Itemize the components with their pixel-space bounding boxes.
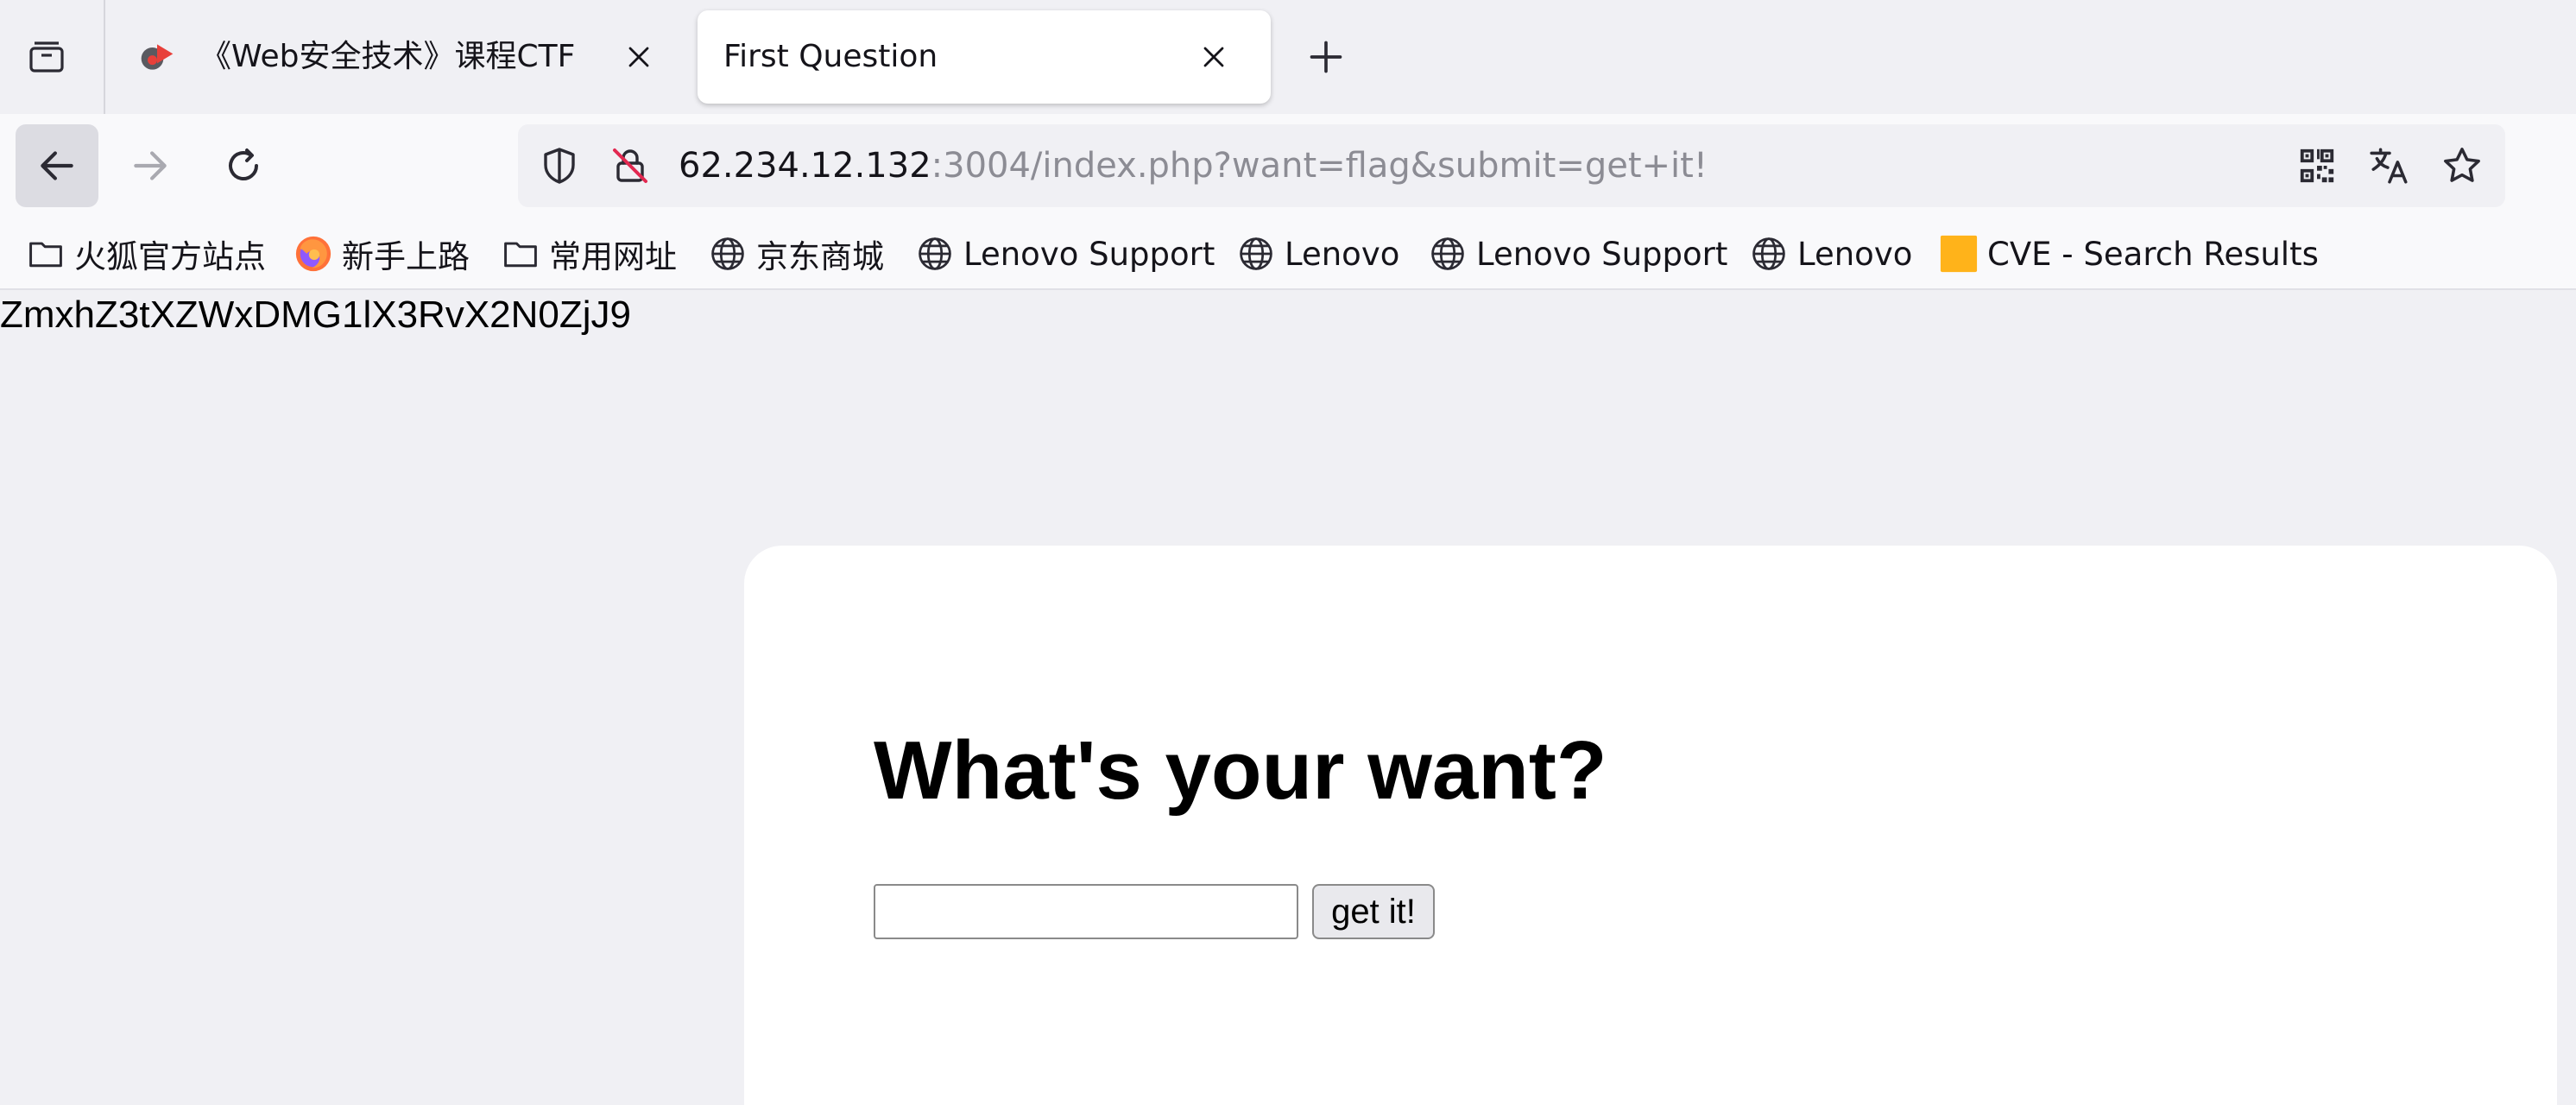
want-input[interactable]	[874, 884, 1298, 939]
url-text[interactable]: 62.234.12.132:3004/index.php?want=flag&s…	[679, 124, 1708, 207]
tab-first-question[interactable]: First Question	[698, 10, 1271, 104]
bookmark-folder-common-sites[interactable]: 常用网址	[501, 224, 677, 283]
url-path: :3004/index.php?want=flag&submit=get+it!	[931, 146, 1708, 186]
tab-title: 《Web安全技术》课程CTF	[200, 39, 576, 74]
bookmark-star-button[interactable]	[2438, 142, 2486, 190]
bookmark-lenovo-1[interactable]: Lenovo	[1236, 224, 1399, 283]
navigation-toolbar: 62.234.12.132:3004/index.php?want=flag&s…	[0, 114, 2576, 218]
tab-list-button[interactable]	[16, 26, 78, 88]
bookmark-label: CVE - Search Results	[1987, 235, 2319, 273]
shield-icon	[544, 148, 575, 184]
page-heading: What's your want?	[874, 724, 1607, 817]
bookmark-folder-firefox-sites[interactable]: 火狐官方站点	[26, 224, 266, 283]
new-tab-button[interactable]	[1295, 26, 1357, 88]
tab-close-button[interactable]	[615, 33, 663, 81]
tab-divider	[104, 0, 105, 114]
tab-list-icon	[29, 41, 64, 73]
folder-icon	[29, 242, 62, 268]
bookmark-label: Lenovo Support	[1476, 235, 1728, 273]
bookmark-jd-mall[interactable]: 京东商城	[708, 224, 884, 283]
forward-button[interactable]	[109, 124, 192, 207]
globe-icon	[1431, 237, 1464, 270]
bookmarks-toolbar: 火狐官方站点 新手上路 常用网址 京东商城 Lenovo Support Len…	[0, 218, 2576, 290]
cve-square-icon	[1940, 235, 1978, 273]
reload-icon	[229, 148, 258, 180]
tab-title: First Question	[723, 39, 938, 74]
flag-output-text: ZmxhZ3tXZWxDMG1lX3RvX2N0ZjJ9	[0, 294, 632, 336]
qr-code-icon	[2300, 148, 2334, 183]
bookmark-label: 火狐官方站点	[74, 238, 266, 275]
connection-security-button[interactable]	[608, 143, 653, 188]
bookmark-lenovo-support-1[interactable]: Lenovo Support	[915, 224, 1215, 283]
globe-icon	[711, 237, 744, 270]
tracking-protection-button[interactable]	[537, 143, 582, 188]
bookmark-label: 京东商城	[756, 238, 884, 275]
close-icon	[628, 47, 649, 67]
page-content: ZmxhZ3tXZWxDMG1lX3RvX2N0ZjJ9 What's your…	[0, 290, 2576, 1105]
tab-ctf-course[interactable]: 《Web安全技术》课程CTF	[114, 10, 691, 104]
red-play-favicon-icon	[141, 44, 174, 70]
arrow-right-icon	[134, 151, 167, 180]
bookmark-lenovo-support-2[interactable]: Lenovo Support	[1428, 224, 1727, 283]
question-card: What's your want? get it!	[744, 546, 2557, 1105]
globe-icon	[1752, 237, 1785, 270]
bookmark-label: 新手上路	[342, 238, 470, 275]
get-it-button[interactable]: get it!	[1312, 884, 1435, 939]
arrow-left-icon	[41, 151, 73, 180]
bookmark-lenovo-2[interactable]: Lenovo	[1749, 224, 1912, 283]
browser-window: 《Web安全技术》课程CTF First Question 62.234.12.…	[0, 0, 2576, 1105]
reload-button[interactable]	[202, 124, 285, 207]
translate-icon	[2370, 148, 2408, 184]
firefox-icon	[295, 236, 331, 272]
tab-strip: 《Web安全技术》课程CTF First Question	[0, 0, 2576, 114]
translate-button[interactable]	[2365, 142, 2414, 190]
address-bar[interactable]: 62.234.12.132:3004/index.php?want=flag&s…	[518, 124, 2505, 207]
back-button[interactable]	[16, 124, 98, 207]
close-icon	[1203, 47, 1224, 67]
bookmark-label: 常用网址	[549, 238, 677, 275]
plus-icon	[1310, 41, 1342, 73]
bookmark-label: Lenovo	[1797, 235, 1913, 273]
qr-code-button[interactable]	[2293, 142, 2341, 190]
bookmark-label: Lenovo	[1285, 235, 1400, 273]
tab-close-button[interactable]	[1190, 33, 1238, 81]
star-icon	[2444, 148, 2480, 182]
bookmark-label: Lenovo Support	[963, 235, 1215, 273]
bookmark-cve-search[interactable]: CVE - Search Results	[1939, 224, 2319, 283]
url-host: 62.234.12.132	[679, 146, 931, 186]
globe-icon	[919, 237, 951, 270]
globe-icon	[1240, 237, 1272, 270]
insecure-lock-icon	[613, 148, 647, 183]
bookmark-getting-started[interactable]: 新手上路	[294, 224, 470, 283]
folder-icon	[504, 242, 537, 268]
